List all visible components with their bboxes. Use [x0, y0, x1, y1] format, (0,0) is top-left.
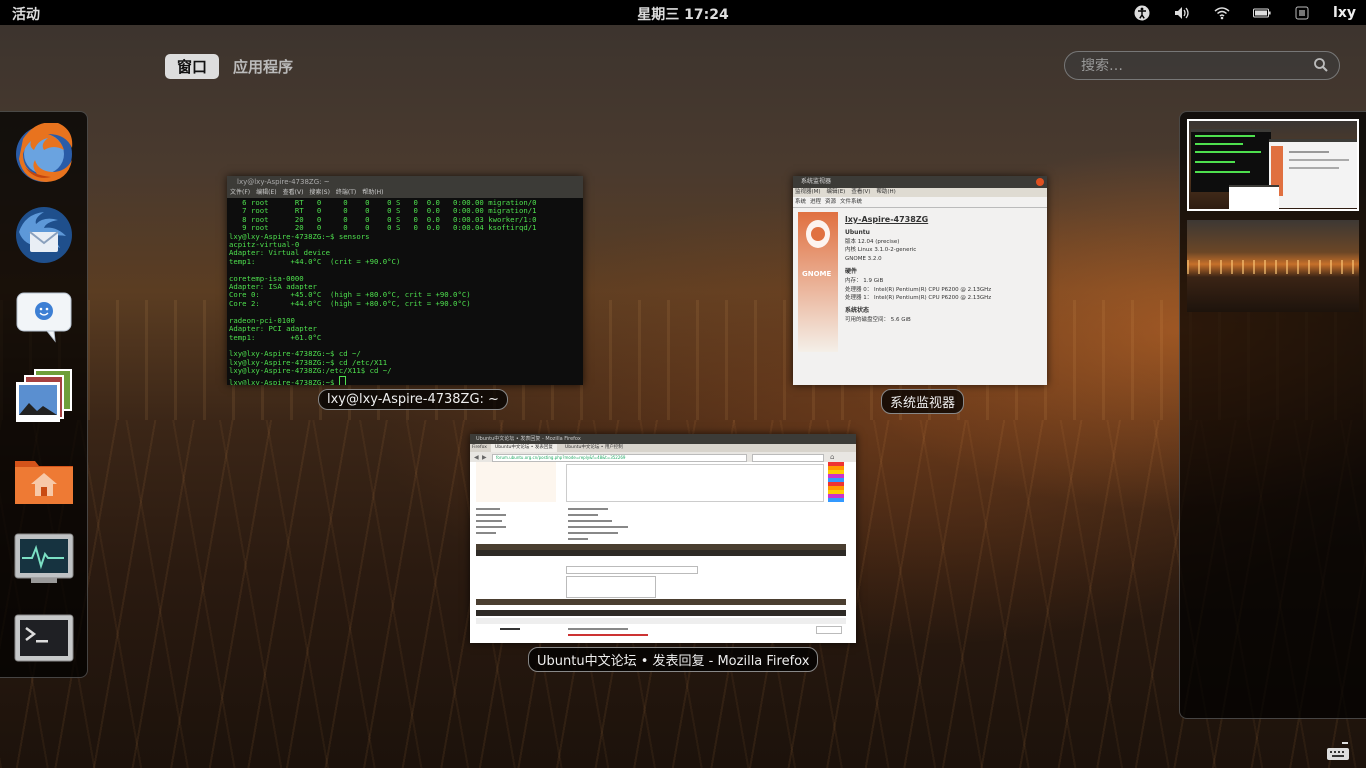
- firefox-menu-button[interactable]: Firefox: [472, 444, 487, 452]
- workspace-switcher: [1179, 111, 1366, 719]
- upload-file-input[interactable]: [566, 566, 698, 574]
- menu-monitor[interactable]: 监视器(M): [795, 188, 821, 197]
- status-heading: 系统状态: [845, 307, 870, 315]
- user-name[interactable]: lxy: [1333, 5, 1356, 21]
- back-icon[interactable]: ◀: [474, 454, 479, 461]
- firefox-launcher[interactable]: [12, 122, 76, 186]
- menu-view[interactable]: 查看(V): [851, 188, 870, 197]
- color-palette[interactable]: [828, 462, 844, 502]
- tab-windows[interactable]: 窗口: [165, 54, 220, 79]
- gnome-foot-icon: [806, 220, 830, 248]
- tab-filesystems[interactable]: 文件系统: [840, 197, 862, 207]
- hostname: lxy-Aspire-4738ZG: [845, 215, 929, 224]
- firefox-tabs: Firefox Ubuntu中文论坛 • 发表回复 Ubuntu中文论坛 • 用…: [470, 444, 856, 452]
- browser-tab-2[interactable]: Ubuntu中文论坛 • 用户控制: [561, 444, 627, 452]
- os-release: 版本 12.04 (precise): [845, 238, 900, 245]
- firefox-window[interactable]: Ubuntu中文论坛 • 发表回复 - Mozilla Firefox Fire…: [470, 434, 856, 643]
- search-input[interactable]: [1079, 55, 1303, 77]
- terminal-title: lxy@lxy-Aspire-4738ZG: ~: [227, 176, 583, 188]
- thunderbird-icon: [16, 207, 72, 263]
- gnome-logo-text: GNOME: [802, 270, 832, 278]
- chat-bubble-icon: [16, 292, 72, 343]
- search-box[interactable]: [1064, 51, 1340, 80]
- system-tray: lxy: [1133, 0, 1356, 25]
- menu-edit[interactable]: 编辑(E): [827, 188, 846, 197]
- tab-resources[interactable]: 资源: [825, 197, 836, 207]
- kernel-version: 内核 Linux 3.1.0-2-generic: [845, 247, 917, 254]
- cpu1-info: 处理器 1： Intel(R) Pentium(R) CPU P6200 @ 2…: [845, 295, 992, 302]
- os-name: Ubuntu: [845, 228, 870, 236]
- menu-help[interactable]: 帮助(H): [362, 188, 383, 198]
- terminal-window[interactable]: lxy@lxy-Aspire-4738ZG: ~ 文件(F) 编辑(E) 查看(…: [227, 176, 583, 385]
- clock[interactable]: 星期三 17:24: [637, 7, 728, 23]
- battery-icon[interactable]: [1253, 4, 1271, 22]
- reply-textarea[interactable]: [566, 464, 824, 502]
- activities-button[interactable]: 活动: [12, 4, 40, 24]
- workspace-2[interactable]: [1187, 220, 1359, 312]
- shotwell-launcher[interactable]: [12, 365, 76, 429]
- gnome-logo: GNOME: [798, 212, 838, 352]
- disk-info: 可用的磁盘空间： 5.6 GiB: [845, 316, 911, 323]
- user-menu-icon[interactable]: [1293, 4, 1311, 22]
- thunderbird-launcher[interactable]: [12, 203, 76, 267]
- system-monitor-window[interactable]: 系统监视器 监视器(M) 编辑(E) 查看(V) 帮助(H) 系统 进程 资源 …: [793, 176, 1047, 385]
- wifi-icon[interactable]: [1213, 4, 1231, 22]
- quote-button[interactable]: [816, 626, 842, 634]
- sysmon-tabs: 系统 进程 资源 文件系统: [793, 197, 1047, 208]
- wallpaper-city-lights: [0, 300, 1366, 420]
- firefox-icon: [16, 123, 73, 182]
- menu-edit[interactable]: 编辑(E): [256, 188, 276, 198]
- terminal-launcher[interactable]: [12, 608, 76, 672]
- web-search-input[interactable]: [752, 454, 824, 462]
- file-comment-input[interactable]: [566, 576, 656, 598]
- memory-info: 内存： 1.9 GiB: [845, 277, 884, 284]
- top-bar: 活动 星期三 17:24 lxy: [0, 0, 1366, 25]
- system-monitor-icon: [14, 533, 74, 583]
- menu-view[interactable]: 查看(V): [283, 188, 304, 198]
- menu-terminal[interactable]: 终端(T): [336, 188, 356, 198]
- navigation-bar: ◀ ▶ forum.ubuntu.org.cn/posting.php?mode…: [470, 452, 856, 462]
- keyboard-icon[interactable]: [1327, 742, 1349, 764]
- file-manager-launcher[interactable]: [12, 446, 76, 510]
- close-icon[interactable]: [1036, 178, 1044, 186]
- hardware-heading: 硬件: [845, 267, 858, 275]
- terminal-cursor: [338, 375, 346, 385]
- cpu0-info: 处理器 0： Intel(R) Pentium(R) CPU P6200 @ 2…: [845, 286, 992, 293]
- search-icon: [1313, 57, 1329, 77]
- menu-file[interactable]: 文件(F): [230, 188, 250, 198]
- home-icon[interactable]: ⌂: [830, 453, 834, 461]
- firefox-window-caption[interactable]: Ubuntu中文论坛 • 发表回复 - Mozilla Firefox: [528, 647, 819, 672]
- terminal-output[interactable]: 6 root RT 0 0 0 0 S 0 0.0 0:00.00 migrat…: [227, 198, 583, 385]
- home-folder-icon: [15, 461, 73, 504]
- sysmon-title: 系统监视器: [801, 178, 832, 185]
- dash: [0, 111, 88, 678]
- menu-help[interactable]: 帮助(H): [876, 188, 895, 197]
- view-selector: 窗口 应用程序: [165, 54, 295, 79]
- gnome-version: GNOME 3.2.0: [845, 256, 882, 263]
- browser-tab-1[interactable]: Ubuntu中文论坛 • 发表回复: [490, 444, 557, 452]
- firefox-title: Ubuntu中文论坛 • 发表回复 - Mozilla Firefox: [470, 434, 856, 444]
- terminal-icon: [14, 614, 74, 662]
- sysmon-menubar: 监视器(M) 编辑(E) 查看(V) 帮助(H): [793, 188, 1047, 197]
- menu-search[interactable]: 搜索(S): [309, 188, 330, 198]
- tab-processes[interactable]: 进程: [810, 197, 821, 207]
- tab-system[interactable]: 系统: [795, 197, 806, 207]
- empathy-launcher[interactable]: [12, 284, 76, 348]
- sysmon-info: lxy-Aspire-4738ZG Ubuntu 版本 12.04 (preci…: [845, 215, 992, 325]
- tab-applications[interactable]: 应用程序: [231, 54, 295, 79]
- workspace-1[interactable]: [1187, 119, 1359, 211]
- photos-icon: [16, 369, 72, 422]
- terminal-window-caption[interactable]: lxy@lxy-Aspire-4738ZG: ~: [318, 389, 508, 410]
- terminal-menubar: 文件(F) 编辑(E) 查看(V) 搜索(S) 终端(T) 帮助(H): [227, 188, 583, 198]
- accessibility-icon[interactable]: [1133, 4, 1151, 22]
- forward-icon[interactable]: ▶: [482, 454, 487, 461]
- volume-icon[interactable]: [1173, 4, 1191, 22]
- system-monitor-launcher[interactable]: [12, 527, 76, 591]
- sysmon-window-caption[interactable]: 系统监视器: [881, 389, 965, 414]
- url-bar[interactable]: forum.ubuntu.org.cn/posting.php?mode=rep…: [492, 454, 747, 462]
- page-content: [476, 462, 846, 643]
